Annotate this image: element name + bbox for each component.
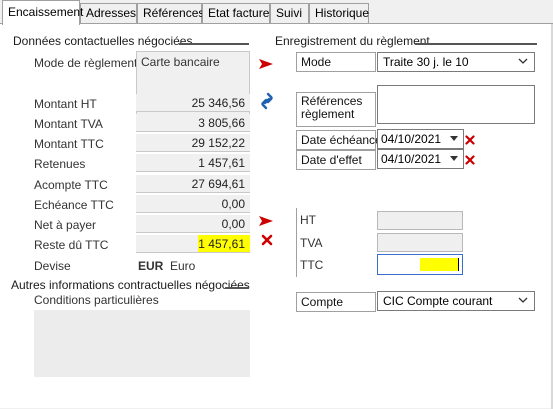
compte-select[interactable]: CIC Compte courant xyxy=(377,291,535,311)
date-echeance-label: Date échéance xyxy=(296,130,382,150)
retenues-label: Retenues xyxy=(34,157,86,171)
tva-label: TVA xyxy=(300,236,323,250)
devise-name: Euro xyxy=(170,259,196,273)
group-divider xyxy=(296,208,297,277)
encaissement-page: Données contactuelles négociées Mode de … xyxy=(0,23,553,409)
ht-label: HT xyxy=(300,213,316,227)
reste-du-ttc-label: Reste dû TTC xyxy=(34,238,109,252)
tab-encaissement[interactable]: Encaissement xyxy=(2,0,83,25)
devise-code: EUR xyxy=(138,259,164,273)
other-info-section-title: Autres informations contractuelles négoc… xyxy=(11,278,250,292)
references-input[interactable] xyxy=(377,85,535,124)
dropdown-arrow-icon xyxy=(450,136,458,141)
ht-field xyxy=(377,211,463,230)
arrow-right-icon xyxy=(259,216,273,226)
retenues-value: 1 457,61 xyxy=(136,154,250,172)
montant-ht-value: 25 346,56 xyxy=(136,94,250,112)
compte-label: Compte xyxy=(296,292,376,312)
close-icon[interactable] xyxy=(465,155,475,165)
mode-select[interactable]: Traite 30 j. le 10 xyxy=(377,52,535,72)
echeance-ttc-label: Echéance TTC xyxy=(34,198,114,212)
section-divider xyxy=(225,287,249,289)
ttc-label: TTC xyxy=(300,258,324,272)
reste-du-ttc-value: 1 457,61 xyxy=(136,235,250,253)
tab-etat-facture[interactable]: Etat facture xyxy=(202,3,270,24)
text-cursor xyxy=(458,258,459,271)
date-effet-value: 04/10/2021 xyxy=(381,152,442,166)
conditions-label: Conditions particulières xyxy=(34,293,159,307)
chevron-down-icon xyxy=(518,297,528,303)
ttc-input[interactable] xyxy=(377,254,463,275)
close-icon[interactable] xyxy=(261,234,273,246)
arrow-right-icon xyxy=(259,59,273,69)
acompte-ttc-value: 27 694,61 xyxy=(136,175,250,193)
contract-section-title: Données contactuelles négociées xyxy=(13,34,193,48)
mode-reglement-label: Mode de règlement xyxy=(34,56,138,70)
section-divider xyxy=(415,43,537,45)
references-label: Références règlement xyxy=(296,92,376,127)
montant-tva-value: 3 805,66 xyxy=(136,114,250,132)
dropdown-arrow-icon xyxy=(450,156,458,161)
tva-field xyxy=(377,233,463,252)
compte-select-value: CIC Compte courant xyxy=(383,294,493,308)
payment-section-title: Enregistrement du règlement xyxy=(275,34,430,48)
link-icon[interactable] xyxy=(259,92,275,110)
date-echeance-value: 04/10/2021 xyxy=(381,132,442,146)
tab-historique[interactable]: Historique xyxy=(309,3,369,24)
section-divider xyxy=(179,43,249,45)
close-icon[interactable] xyxy=(465,135,475,145)
net-a-payer-value: 0,00 xyxy=(136,215,250,233)
mode-select-value: Traite 30 j. le 10 xyxy=(383,55,469,69)
tab-suivi[interactable]: Suivi xyxy=(270,3,309,24)
montant-tva-label: Montant TVA xyxy=(34,117,103,131)
net-a-payer-label: Net à payer xyxy=(34,218,97,232)
montant-ttc-label: Montant TTC xyxy=(34,137,104,151)
tab-adresses[interactable]: Adresses xyxy=(80,3,137,24)
tab-references[interactable]: Références xyxy=(137,3,204,24)
montant-ht-label: Montant HT xyxy=(34,97,97,111)
date-echeance-picker[interactable]: 04/10/2021 xyxy=(377,129,464,149)
tab-strip: Encaissement Adresses Références Etat fa… xyxy=(0,0,553,25)
right-mode-label: Mode xyxy=(296,52,376,72)
references-label-line2: règlement xyxy=(301,107,355,121)
mode-reglement-text: Carte bancaire xyxy=(141,55,220,69)
echeance-ttc-value: 0,00 xyxy=(136,195,250,213)
ttc-highlight xyxy=(420,258,459,271)
montant-ttc-value: 29 152,22 xyxy=(136,134,250,152)
conditions-particulieres-field[interactable] xyxy=(34,310,250,377)
devise-label: Devise xyxy=(34,259,71,273)
acompte-ttc-label: Acompte TTC xyxy=(34,178,108,192)
date-effet-picker[interactable]: 04/10/2021 xyxy=(377,149,464,169)
chevron-down-icon xyxy=(518,58,528,64)
date-effet-label: Date d'effet xyxy=(296,150,376,170)
